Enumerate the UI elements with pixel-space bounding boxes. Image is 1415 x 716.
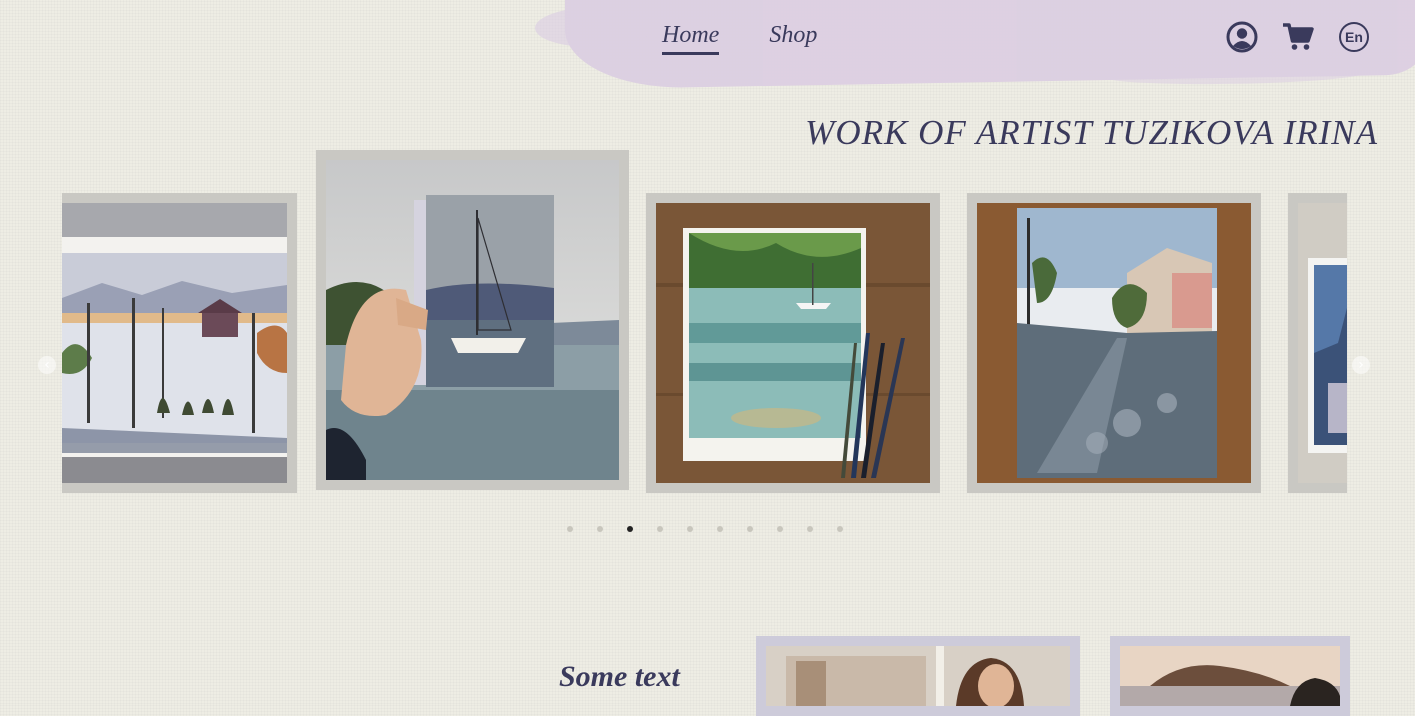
carousel-dot[interactable] <box>567 526 573 532</box>
artwork-image <box>326 160 619 480</box>
carousel-dot[interactable] <box>777 526 783 532</box>
carousel-prev-button[interactable]: ‹ <box>38 356 56 374</box>
section-photo <box>1110 636 1350 716</box>
carousel-next-button[interactable]: › <box>1352 356 1370 374</box>
carousel-dot[interactable] <box>747 526 753 532</box>
nav-shop-link[interactable]: Shop <box>769 22 817 55</box>
carousel-dot[interactable] <box>717 526 723 532</box>
chevron-left-icon: ‹ <box>44 357 50 373</box>
main-nav: Home Shop <box>662 22 817 55</box>
header-icons: En <box>1226 21 1370 53</box>
carousel-dot[interactable] <box>597 526 603 532</box>
landscape-photo <box>1120 646 1340 706</box>
language-label: En <box>1339 22 1369 52</box>
carousel-slide[interactable] <box>316 150 629 490</box>
artwork-image <box>977 203 1251 483</box>
artwork-image <box>1298 203 1347 483</box>
artist-photo <box>766 646 1070 706</box>
carousel-dot[interactable] <box>837 526 843 532</box>
chevron-right-icon: › <box>1358 357 1364 373</box>
nav-home-link[interactable]: Home <box>662 22 720 55</box>
artwork-image <box>62 203 287 483</box>
carousel-slide[interactable] <box>646 193 940 493</box>
section-photo <box>756 636 1080 716</box>
artwork-carousel <box>62 150 1347 495</box>
carousel-dot-active[interactable] <box>627 526 633 532</box>
carousel-slide[interactable] <box>62 193 297 493</box>
artwork-image <box>656 203 930 483</box>
carousel-slide[interactable] <box>1288 193 1347 493</box>
section-title: Some text <box>559 660 680 693</box>
carousel-dot[interactable] <box>657 526 663 532</box>
carousel-pagination <box>567 526 843 532</box>
carousel-slide[interactable] <box>967 193 1261 493</box>
carousel-dot[interactable] <box>807 526 813 532</box>
carousel-dot[interactable] <box>687 526 693 532</box>
shopping-cart-icon[interactable] <box>1282 21 1314 53</box>
language-icon[interactable]: En <box>1338 21 1370 53</box>
user-account-icon[interactable] <box>1226 21 1258 53</box>
page-title: WORK OF ARTIST TUZIKOVA IRINA <box>805 113 1378 152</box>
